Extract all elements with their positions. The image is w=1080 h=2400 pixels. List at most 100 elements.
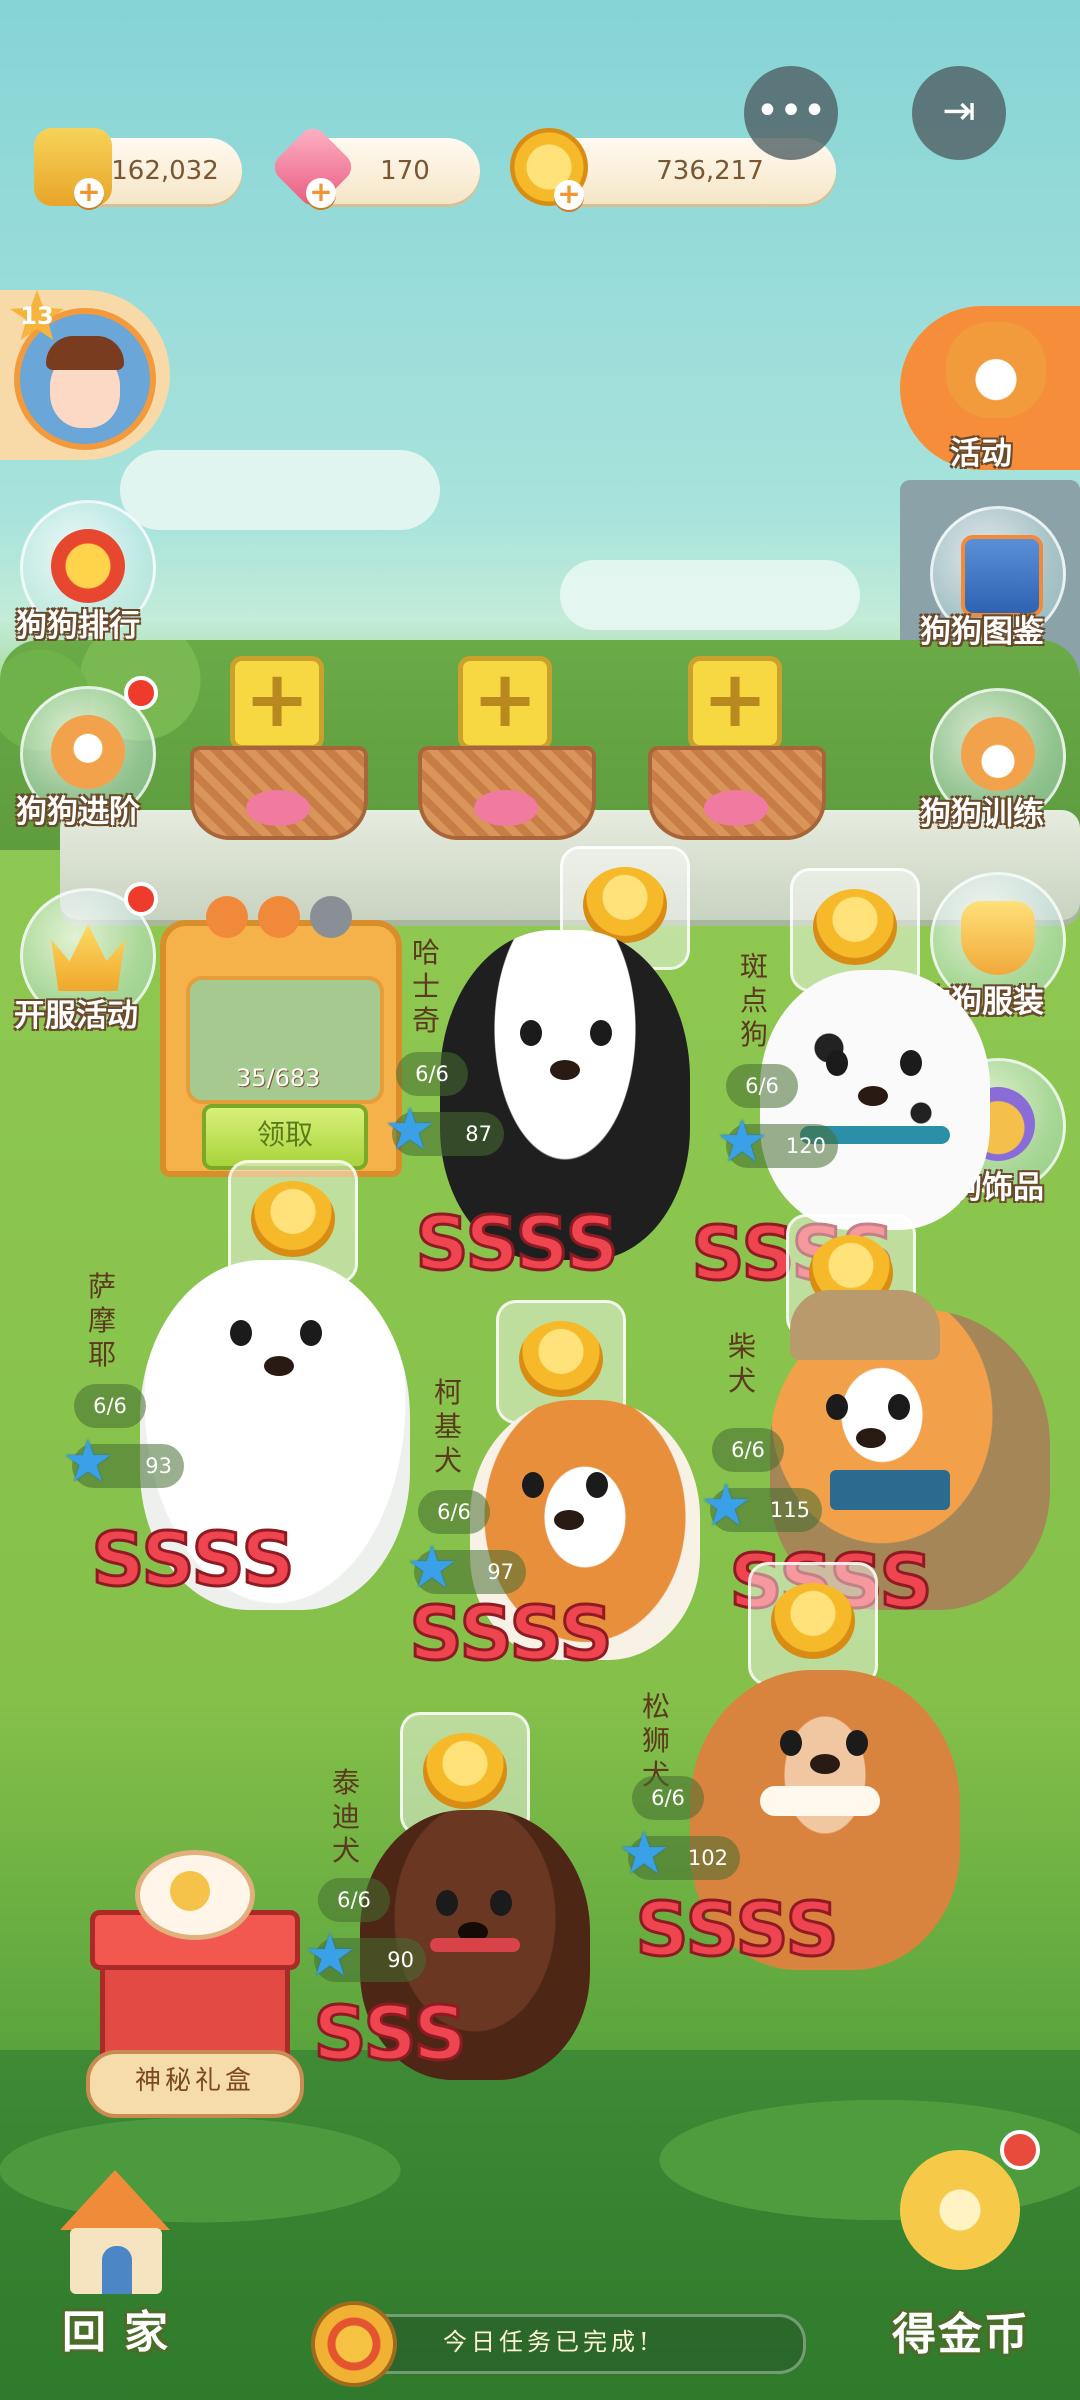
level-star-icon: ★ bbox=[384, 1095, 436, 1163]
daily-task-status: 今日任务已完成! bbox=[443, 2328, 653, 2356]
dog-eye bbox=[490, 1890, 512, 1916]
dog-count: 6/6 bbox=[396, 1052, 468, 1096]
task-medal-icon bbox=[311, 2301, 397, 2387]
basket-bow bbox=[474, 790, 538, 826]
trophy-medal-icon bbox=[51, 529, 125, 603]
gold-coins-icon bbox=[423, 1733, 507, 1809]
dog-name: 柯基犬 bbox=[433, 1376, 462, 1477]
gold-coins-icon bbox=[771, 1583, 855, 1659]
bucket-hat bbox=[790, 1290, 940, 1360]
add-slot-button[interactable]: + bbox=[230, 656, 324, 750]
dog-name: 萨摩耶 bbox=[87, 1270, 116, 1371]
dog-nose bbox=[858, 1086, 888, 1106]
grade-badge: SSS bbox=[312, 1991, 468, 2077]
level-star-icon: ★ bbox=[618, 1819, 670, 1887]
cabinet-jar-icon bbox=[258, 896, 300, 938]
grade-badge: SSSS bbox=[408, 1591, 614, 1677]
home-label: 回家 bbox=[62, 2307, 186, 2358]
dog-ranking-label: 狗狗排行 bbox=[16, 608, 140, 644]
gift-bow bbox=[135, 1850, 255, 1940]
dog-album-icon bbox=[961, 535, 1043, 617]
dog-eye bbox=[522, 1472, 544, 1498]
dog-eye bbox=[520, 1020, 542, 1046]
chick-target-icon bbox=[900, 2150, 1020, 2270]
level-star-icon: ★ bbox=[406, 1533, 458, 1601]
mystery-gift-label: 神秘礼盒 bbox=[86, 2050, 304, 2118]
level-star-icon: ★ bbox=[700, 1471, 752, 1539]
dog-training-label: 狗狗训练 bbox=[920, 796, 1044, 832]
more-menu-button[interactable]: ••• bbox=[744, 66, 838, 160]
activity-label: 活动 bbox=[950, 436, 1012, 472]
corgi-megaphone-icon bbox=[946, 322, 1046, 418]
top-hat-icon bbox=[961, 901, 1035, 975]
house-door-icon bbox=[102, 2246, 132, 2294]
food-amount: 162,032 bbox=[111, 156, 219, 186]
daily-task-bar[interactable]: 今日任务已完成! bbox=[311, 2301, 806, 2387]
food-basket[interactable] bbox=[418, 746, 596, 840]
basket-bow bbox=[704, 790, 768, 826]
dog-eye bbox=[826, 1050, 848, 1076]
level-star-icon: ★ bbox=[62, 1427, 114, 1495]
gold-coins-icon bbox=[519, 1321, 603, 1397]
avatar-hair bbox=[46, 336, 124, 370]
dog-eye bbox=[300, 1320, 322, 1346]
basket-bow bbox=[246, 790, 310, 826]
treat-cabinet[interactable]: 35/683 领取 bbox=[160, 896, 402, 1177]
coin-collect-bubble[interactable] bbox=[748, 1562, 878, 1686]
home-button[interactable] bbox=[40, 2150, 190, 2300]
dog-scarf bbox=[830, 1470, 950, 1510]
player-level: 13 bbox=[20, 302, 54, 330]
add-gems-button[interactable]: + bbox=[306, 178, 336, 208]
food-basket[interactable] bbox=[648, 746, 826, 840]
gold-coins-icon bbox=[251, 1181, 335, 1257]
earn-coins-button[interactable] bbox=[880, 2130, 1040, 2280]
grade-badge: SSSS bbox=[634, 1887, 840, 1973]
cloud bbox=[120, 450, 440, 530]
level-star-icon: ★ bbox=[716, 1107, 768, 1175]
notification-dot bbox=[124, 676, 158, 710]
earn-coins-label: 得金币 bbox=[892, 2309, 1030, 2360]
avatar-panel[interactable]: 13 bbox=[0, 290, 170, 460]
dog-count: 6/6 bbox=[632, 1776, 704, 1820]
add-coins-button[interactable]: + bbox=[554, 180, 584, 210]
dog-eye bbox=[780, 1730, 802, 1756]
dalmatian-dog[interactable] bbox=[760, 970, 990, 1230]
level-star-icon: ★ bbox=[304, 1921, 356, 1989]
dog-nose bbox=[810, 1754, 840, 1774]
dog-count: 6/6 bbox=[74, 1384, 146, 1428]
dog-eye bbox=[230, 1320, 252, 1346]
add-food-button[interactable]: + bbox=[74, 178, 104, 208]
notification-dot bbox=[124, 882, 158, 916]
gem-amount: 170 bbox=[380, 156, 430, 186]
mystery-gift-button[interactable] bbox=[90, 1850, 300, 2090]
dog-name: 泰迪犬 bbox=[331, 1766, 360, 1867]
dog-count: 6/6 bbox=[712, 1428, 784, 1472]
add-slot-button[interactable]: + bbox=[458, 656, 552, 750]
dog-eye bbox=[826, 1394, 848, 1420]
dog-count: 6/6 bbox=[726, 1064, 798, 1108]
dog-nose bbox=[554, 1510, 584, 1530]
dog-eye bbox=[590, 1020, 612, 1046]
add-slot-button[interactable]: + bbox=[688, 656, 782, 750]
grade-badge: SSSS bbox=[414, 1201, 620, 1287]
food-basket[interactable] bbox=[190, 746, 368, 840]
paw-icon bbox=[170, 1871, 210, 1911]
cabinet-progress: 35/683 bbox=[236, 1064, 321, 1092]
dart-icon bbox=[1000, 2130, 1040, 2170]
dog-advance-label: 狗狗进阶 bbox=[16, 794, 140, 830]
house-roof bbox=[60, 2170, 170, 2230]
bone-toy bbox=[760, 1786, 880, 1816]
cloud bbox=[560, 560, 860, 630]
exit-button[interactable]: ⇥ bbox=[912, 66, 1006, 160]
grade-badge: SSSS bbox=[90, 1517, 296, 1603]
dog-count: 6/6 bbox=[318, 1878, 390, 1922]
dog-eye bbox=[436, 1890, 458, 1916]
gold-coins-icon bbox=[813, 889, 897, 965]
dog-count: 6/6 bbox=[418, 1490, 490, 1534]
crown-icon bbox=[51, 924, 125, 991]
dog-eye bbox=[900, 1050, 922, 1076]
dog-name: 哈士奇 bbox=[411, 936, 440, 1037]
dog-nose bbox=[550, 1060, 580, 1080]
dog-eye bbox=[888, 1394, 910, 1420]
shiba-bone-icon bbox=[51, 715, 125, 789]
